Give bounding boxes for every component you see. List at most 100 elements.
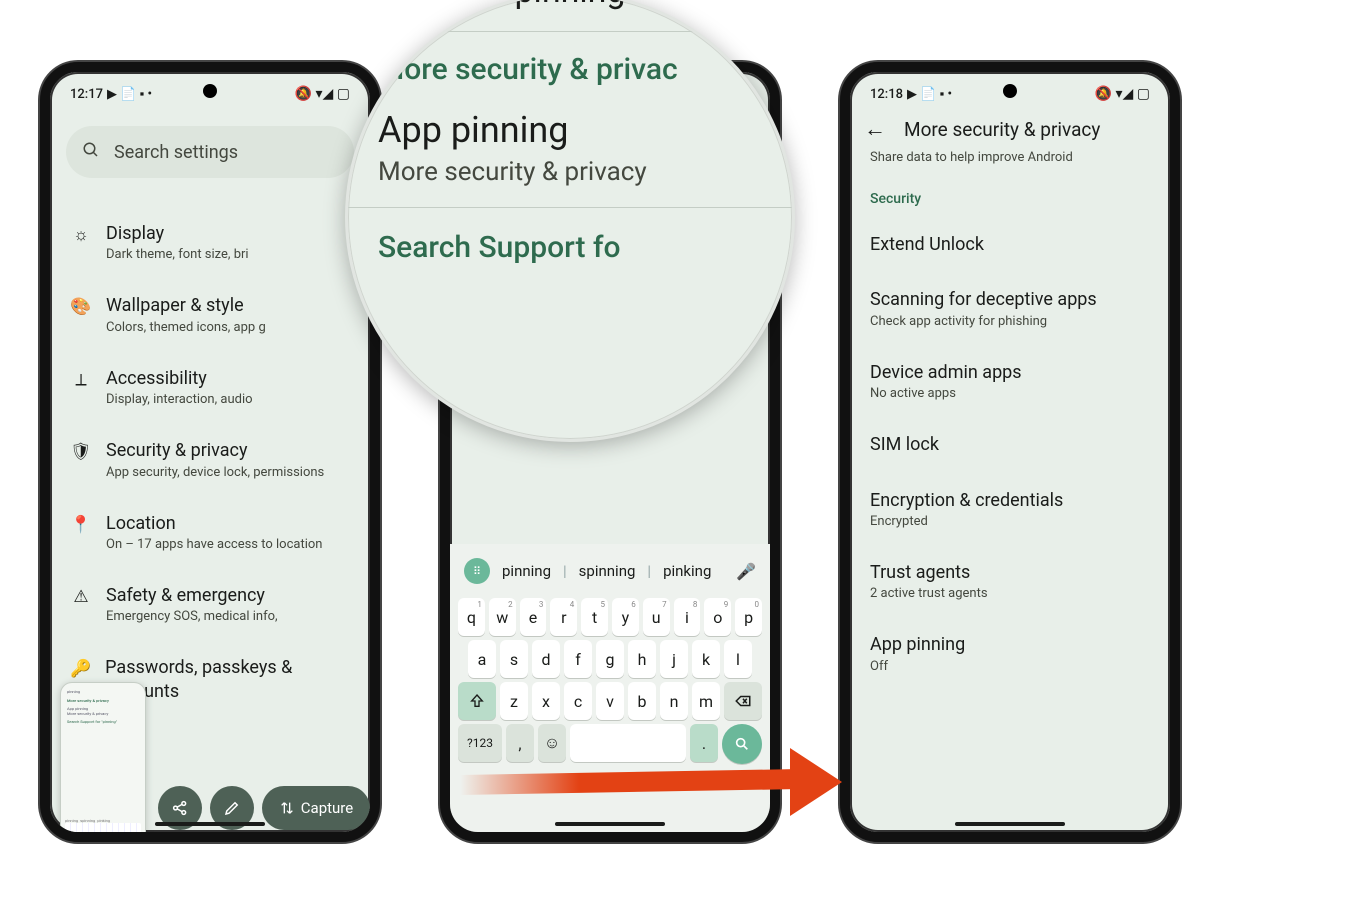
- security-item[interactable]: Extend Unlock: [850, 217, 1170, 272]
- thumb-support: Search Support for "pinning": [67, 719, 139, 724]
- key-o[interactable]: o9: [704, 598, 731, 636]
- backspace-key[interactable]: [724, 682, 762, 720]
- setting-title: Location: [106, 512, 322, 535]
- mic-icon[interactable]: 🎤: [736, 562, 756, 581]
- key-b[interactable]: b: [628, 682, 656, 720]
- scroll-peek-sub: Share data to help improve Android: [850, 150, 1170, 165]
- key-d[interactable]: d: [532, 640, 560, 678]
- thumb-suggest: spinning: [80, 818, 95, 823]
- security-item[interactable]: SIM lock: [850, 417, 1170, 472]
- status-bar: 12:17 ▶ 📄 ▪ • 🔕 ▾◢ ▢: [50, 72, 370, 108]
- setting-display[interactable]: ☼ Display Dark theme, font size, bri: [50, 206, 370, 278]
- key-g[interactable]: g: [596, 640, 624, 678]
- setting-safety[interactable]: ⚠ Safety & emergency Emergency SOS, medi…: [50, 568, 370, 640]
- setting-title: Display: [106, 222, 249, 245]
- mag-result-sub: More security & privacy: [378, 157, 762, 187]
- setting-title: Wallpaper & style: [106, 294, 266, 317]
- suggestion-2[interactable]: spinning: [579, 562, 636, 580]
- capture-button[interactable]: Capture: [262, 786, 370, 830]
- gesture-handle[interactable]: [555, 822, 665, 826]
- gesture-handle[interactable]: [955, 822, 1065, 826]
- setting-wallpaper[interactable]: 🎨 Wallpaper & style Colors, themed icons…: [50, 278, 370, 350]
- keyboard-row-2: asdfghjkl: [458, 640, 762, 678]
- key-z[interactable]: z: [500, 682, 528, 720]
- status-bar: 12:18 ▶ 📄 ▪ • 🔕 ▾◢ ▢: [850, 72, 1170, 108]
- thumb-section: More security & privacy: [67, 698, 139, 703]
- key-j[interactable]: j: [660, 640, 688, 678]
- divider: |: [647, 562, 651, 580]
- mag-support-label[interactable]: Search Support fo: [378, 230, 762, 265]
- key-r[interactable]: r4: [550, 598, 577, 636]
- setting-sub: Colors, themed icons, app g: [106, 320, 266, 335]
- suggestion-row: ⠿ pinning | spinning | pinking 🎤: [456, 554, 764, 594]
- key-i[interactable]: i8: [674, 598, 701, 636]
- security-item[interactable]: Trust agents2 active trust agents: [850, 545, 1170, 617]
- location-icon: 📍: [70, 514, 92, 536]
- suggestion-1[interactable]: pinning: [502, 562, 551, 580]
- setting-sub: Display, interaction, audio: [106, 392, 253, 407]
- key-c[interactable]: c: [564, 682, 592, 720]
- item-title: Extend Unlock: [870, 233, 1150, 256]
- thumb-query: pinning: [67, 689, 139, 694]
- key-h[interactable]: h: [628, 640, 656, 678]
- key-s[interactable]: s: [500, 640, 528, 678]
- key-p[interactable]: p0: [735, 598, 762, 636]
- search-settings[interactable]: Search settings: [66, 126, 354, 178]
- key-a[interactable]: a: [468, 640, 496, 678]
- security-item[interactable]: Device admin appsNo active apps: [850, 345, 1170, 417]
- key-l[interactable]: l: [724, 640, 752, 678]
- suggestion-3[interactable]: pinking: [663, 562, 711, 580]
- thumb-suggest: pinning: [65, 818, 78, 823]
- back-icon[interactable]: ←: [864, 116, 886, 142]
- accessibility-icon: ⟂: [70, 369, 92, 391]
- setting-security-privacy[interactable]: 🛡 Security & privacy App security, devic…: [50, 423, 370, 495]
- status-left-icons: ▶ 📄 ▪ •: [107, 86, 152, 102]
- item-sub: No active apps: [870, 386, 1150, 401]
- security-item[interactable]: App pinningOff: [850, 617, 1170, 689]
- mag-result-title[interactable]: App pinning: [378, 109, 762, 151]
- security-item[interactable]: Encryption & credentials Encrypted: [850, 473, 1170, 545]
- security-item[interactable]: Scanning for deceptive appsCheck app act…: [850, 272, 1170, 344]
- key-u[interactable]: u7: [643, 598, 670, 636]
- shift-key[interactable]: [458, 682, 496, 720]
- gesture-handle[interactable]: [155, 822, 265, 826]
- setting-sub: App security, device lock, permissions: [106, 465, 324, 480]
- key-q[interactable]: q1: [458, 598, 485, 636]
- key-k[interactable]: k: [692, 640, 720, 678]
- divider: [348, 31, 792, 32]
- item-sub: Off: [870, 659, 1150, 674]
- setting-accessibility[interactable]: ⟂ Accessibility Display, interaction, au…: [50, 351, 370, 423]
- status-right-icons: 🔕 ▾◢ ▢: [1095, 86, 1150, 102]
- phone-more-security: 12:18 ▶ 📄 ▪ • 🔕 ▾◢ ▢ ← More security & p…: [840, 62, 1180, 842]
- search-placeholder: Search settings: [114, 142, 238, 163]
- key-f[interactable]: f: [564, 640, 592, 678]
- item-sub: Encrypted: [870, 514, 1150, 529]
- capture-label: Capture: [301, 799, 353, 817]
- keyboard-row-1: q1w2e3r4t5y6u7i8o9p0: [458, 598, 762, 636]
- status-right-icons: 🔕 ▾◢ ▢: [295, 86, 350, 102]
- item-title: Encryption & credentials: [870, 489, 1150, 512]
- key-m[interactable]: m: [692, 682, 720, 720]
- shield-icon: 🛡: [70, 441, 92, 463]
- key-e[interactable]: e3: [520, 598, 547, 636]
- section-security: Security: [850, 165, 1170, 217]
- mag-section-label: More security & privac: [378, 52, 762, 87]
- screenshot-thumbnail[interactable]: pinning More security & privacy App pinn…: [60, 682, 146, 842]
- key-x[interactable]: x: [532, 682, 560, 720]
- key-y[interactable]: y6: [612, 598, 639, 636]
- divider: [348, 207, 792, 208]
- brightness-icon: ☼: [70, 224, 92, 246]
- gboard-menu-icon[interactable]: ⠿: [464, 558, 490, 584]
- status-time: 12:17: [70, 87, 103, 102]
- settings-list: ☼ Display Dark theme, font size, bri 🎨 W…: [50, 188, 370, 719]
- mag-search-query: pinning: [378, 0, 762, 11]
- setting-title: Safety & emergency: [106, 584, 278, 607]
- key-n[interactable]: n: [660, 682, 688, 720]
- key-t[interactable]: t5: [581, 598, 608, 636]
- setting-location[interactable]: 📍 Location On – 17 apps have access to l…: [50, 496, 370, 568]
- item-sub: Check app activity for phishing: [870, 314, 1150, 329]
- item-sub: 2 active trust agents: [870, 586, 1150, 601]
- key-v[interactable]: v: [596, 682, 624, 720]
- key-w[interactable]: w2: [489, 598, 516, 636]
- setting-title: Security & privacy: [106, 439, 324, 462]
